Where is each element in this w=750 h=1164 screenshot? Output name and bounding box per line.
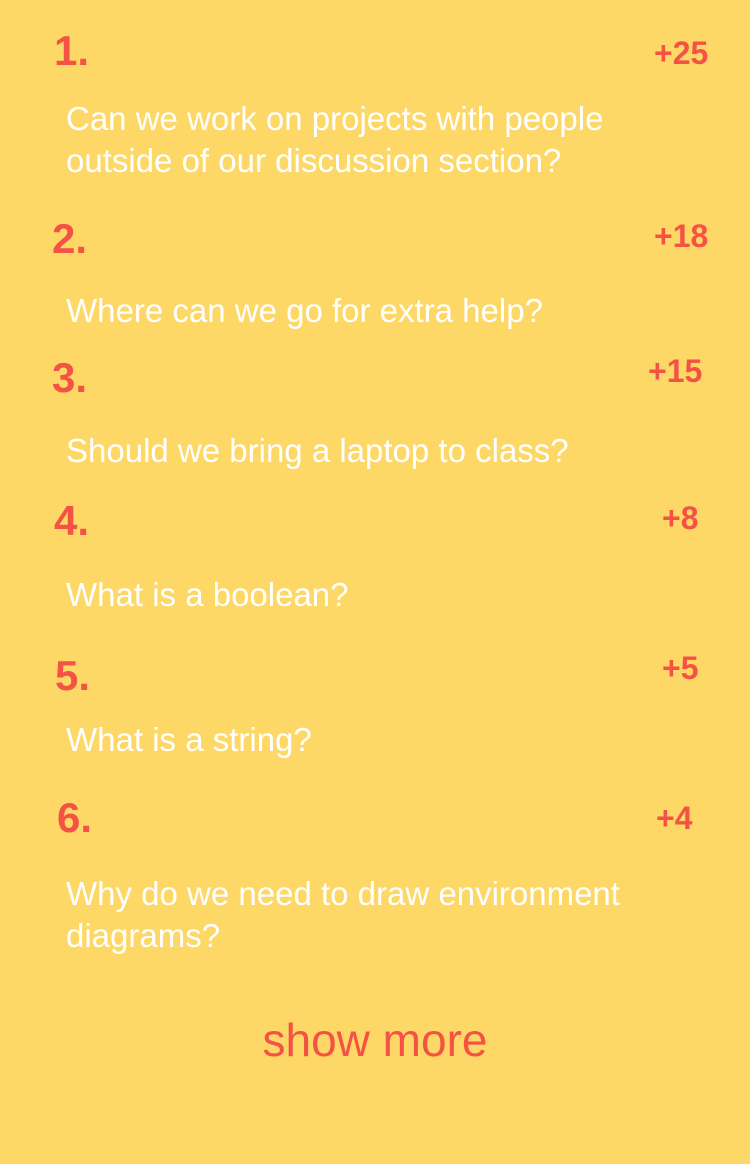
vote-score: +8: [662, 500, 699, 536]
vote-score: +25: [654, 35, 709, 71]
question-rank: 4.: [54, 497, 90, 544]
vote-score: +4: [656, 800, 693, 836]
vote-score: +5: [662, 650, 699, 686]
question-rank: 6.: [57, 794, 93, 841]
show-more-button[interactable]: show more: [0, 1013, 750, 1067]
question-rank: 5.: [55, 652, 91, 699]
question-rank: 2.: [52, 215, 88, 262]
question-text[interactable]: Why do we need to draw environment diagr…: [66, 873, 706, 957]
question-rank: 3.: [52, 354, 88, 401]
question-text[interactable]: Where can we go for extra help?: [66, 290, 706, 332]
question-text[interactable]: Can we work on projects with people outs…: [66, 98, 706, 182]
question-text[interactable]: What is a string?: [66, 719, 706, 761]
question-text[interactable]: What is a boolean?: [66, 574, 706, 616]
question-text[interactable]: Should we bring a laptop to class?: [66, 430, 706, 472]
question-rank: 1.: [54, 27, 90, 74]
vote-score: +18: [654, 218, 709, 254]
vote-score: +15: [648, 353, 703, 389]
